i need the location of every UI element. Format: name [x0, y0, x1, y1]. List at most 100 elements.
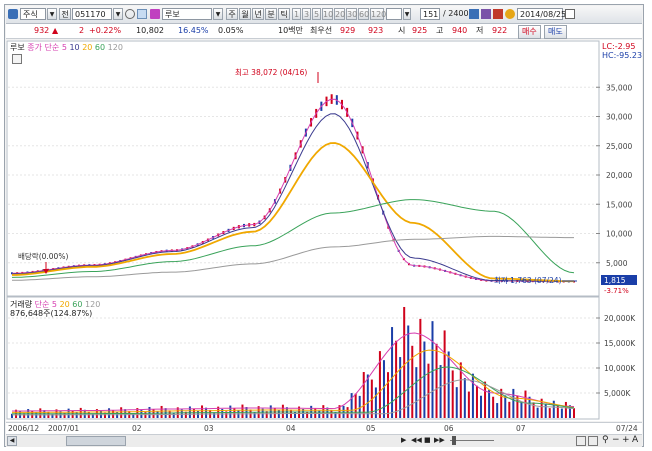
chart-tool-icon[interactable]	[469, 9, 479, 19]
volume-bar	[358, 395, 361, 418]
buy-button[interactable]: 매수	[518, 25, 541, 39]
price-pane-legend[interactable]: 루보 종가 단순 5 10 20 60 120	[10, 42, 123, 53]
scroll-left-icon[interactable]: ◀	[7, 436, 17, 446]
price-axis-label: 20,000	[606, 171, 632, 180]
stock-code-dropdown-icon[interactable]: ▼	[113, 8, 123, 20]
volume-bar	[229, 405, 232, 418]
minute-1-button[interactable]: 1	[292, 8, 301, 20]
ma-line-5	[11, 98, 574, 282]
volume-bar	[520, 401, 523, 418]
volume-bar	[362, 372, 365, 418]
custom-period-spin-icon[interactable]: ▼	[403, 8, 411, 20]
max-price-label: 최고 38,072 (04/16)	[235, 67, 307, 77]
volume-bar	[112, 410, 115, 418]
minute-60-button[interactable]: 60	[358, 8, 369, 20]
minute-120-button[interactable]: 120	[370, 8, 386, 20]
volume-axis: 5,000K 10,000K 15,000K 20,000K	[596, 314, 636, 398]
chart-canvas[interactable]: 5,000 10,000 15,000 20,000 25,000 30,000 35,00…	[6, 40, 642, 421]
forward-icon[interactable]: ▶▶	[434, 436, 445, 446]
volume-bar	[399, 357, 402, 418]
calendar-icon[interactable]	[565, 9, 575, 19]
volume-bar	[524, 390, 527, 418]
ma-line-20	[12, 142, 574, 283]
chart-area[interactable]: 5,000 10,000 15,000 20,000 25,000 30,000 35,00…	[6, 40, 642, 421]
price-pane-border	[6, 40, 600, 297]
volume-bar	[79, 407, 82, 418]
pane-menu-icon[interactable]	[12, 54, 22, 64]
volume-bar	[560, 408, 563, 418]
market-type-select[interactable]: 주식	[20, 8, 46, 20]
period-tick-button[interactable]: 틱	[278, 8, 290, 20]
minute-3-button[interactable]: 3	[302, 8, 311, 20]
stock-name-field: 루보	[162, 8, 212, 20]
volume-bar	[354, 393, 357, 418]
count-input[interactable]: 151	[420, 8, 440, 20]
ratio-2: 0.05%	[218, 26, 244, 35]
text-size-icon[interactable]: A	[632, 435, 638, 445]
date-label-05: 05	[366, 424, 376, 433]
play-icon[interactable]: ▶	[401, 436, 409, 446]
volume-pane-border	[6, 296, 600, 420]
rewind-icon[interactable]: ◀◀	[411, 436, 422, 446]
date-label-2007-01: 2007/01	[48, 424, 80, 433]
volume-bar	[334, 412, 337, 418]
compare-icon[interactable]	[493, 9, 503, 19]
stock-name-dropdown-icon[interactable]: ▼	[213, 8, 223, 20]
price-axis-label: 25,000	[606, 142, 632, 151]
minute-30-button[interactable]: 30	[346, 8, 357, 20]
market-type-dropdown-icon[interactable]: ▼	[47, 8, 57, 20]
change-arrow-icon: ▲	[52, 26, 59, 35]
stock-badge-icon	[150, 9, 160, 19]
minute-10-button[interactable]: 10	[322, 8, 333, 20]
period-month-button[interactable]: 월	[239, 8, 251, 20]
zoom-out-icon[interactable]: −	[612, 435, 620, 445]
zoom-in-icon[interactable]: +	[622, 435, 630, 445]
chart-scrollbar[interactable]: ◀ ▶ ◀◀ ■ ▶▶ ⚲ − + A	[6, 434, 642, 447]
ma-line-120	[12, 235, 574, 281]
price-axis-label: 10,000	[606, 230, 632, 239]
volume-bar	[233, 407, 236, 418]
volume-bar	[443, 330, 446, 418]
volume-bar	[192, 408, 195, 418]
stock-type-icon[interactable]	[8, 9, 18, 19]
volume-bar	[326, 407, 329, 418]
search-icon[interactable]	[125, 9, 135, 19]
related-stock-icon[interactable]	[137, 9, 147, 19]
date-label-02: 02	[132, 424, 142, 433]
stock-code-input[interactable]: 051170	[72, 8, 112, 20]
min-price-label: 최저 1,763 (07/24)	[494, 275, 562, 285]
volume-bar	[91, 413, 94, 418]
stop-icon[interactable]: ■	[424, 436, 432, 446]
volume-grid	[8, 317, 599, 394]
view-part-icon[interactable]	[588, 436, 598, 446]
custom-period-input[interactable]	[386, 8, 402, 20]
volume-bar	[504, 395, 507, 418]
zoom-search-icon[interactable]: ⚲	[602, 435, 609, 445]
scroll-thumb[interactable]	[66, 436, 126, 446]
sell-button[interactable]: 매도	[544, 25, 567, 39]
indicator-icon[interactable]	[481, 9, 491, 19]
high-price: 940	[452, 26, 468, 35]
speed-slider-handle[interactable]	[452, 436, 456, 445]
minute-20-button[interactable]: 20	[334, 8, 345, 20]
period-minute-button[interactable]: 분	[265, 8, 277, 20]
period-year-button[interactable]: 년	[252, 8, 264, 20]
volume-bar	[536, 407, 539, 418]
code-mode-button[interactable]: 전	[59, 8, 71, 20]
volume-bar	[480, 395, 483, 418]
volume-axis-label: 10,000K	[604, 364, 636, 373]
ma20-legend: 20	[82, 43, 93, 52]
volume-bar	[564, 401, 567, 418]
settings-icon[interactable]	[505, 9, 515, 19]
volume-bar	[552, 400, 555, 418]
minute-5-button[interactable]: 5	[312, 8, 321, 20]
period-week-button[interactable]: 주	[226, 8, 238, 20]
volume-bar	[39, 408, 42, 418]
speed-slider-track[interactable]	[450, 440, 494, 441]
volume-bar	[241, 404, 244, 418]
best-ask: 929	[340, 26, 356, 35]
open-price: 925	[412, 26, 428, 35]
date-input[interactable]: 2014/08/25	[517, 8, 566, 20]
volume-bar	[391, 327, 394, 418]
view-all-icon[interactable]	[576, 436, 586, 446]
